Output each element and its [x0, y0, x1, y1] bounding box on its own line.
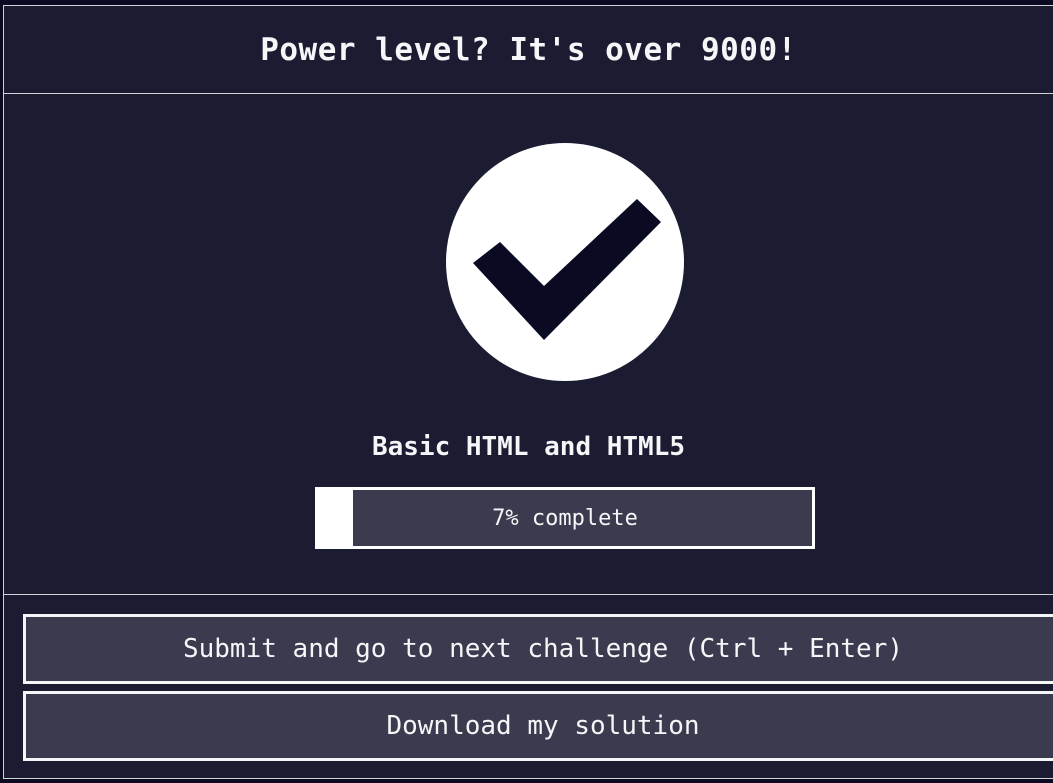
- modal-title: Power level? It's over 9000!: [260, 31, 797, 68]
- submit-next-challenge-button[interactable]: Submit and go to next challenge (Ctrl + …: [23, 614, 1053, 684]
- block-title: Basic HTML and HTML5: [371, 432, 686, 462]
- progress-bar: 7% complete: [315, 487, 815, 549]
- modal-body: Basic HTML and HTML5 7% complete: [4, 94, 1053, 595]
- completion-modal: Power level? It's over 9000! Basic HTML …: [3, 5, 1053, 779]
- check-circle-icon: [446, 143, 684, 381]
- download-solution-button[interactable]: Download my solution: [23, 691, 1053, 761]
- modal-header: Power level? It's over 9000!: [4, 6, 1053, 94]
- progress-label: 7% complete: [492, 505, 638, 531]
